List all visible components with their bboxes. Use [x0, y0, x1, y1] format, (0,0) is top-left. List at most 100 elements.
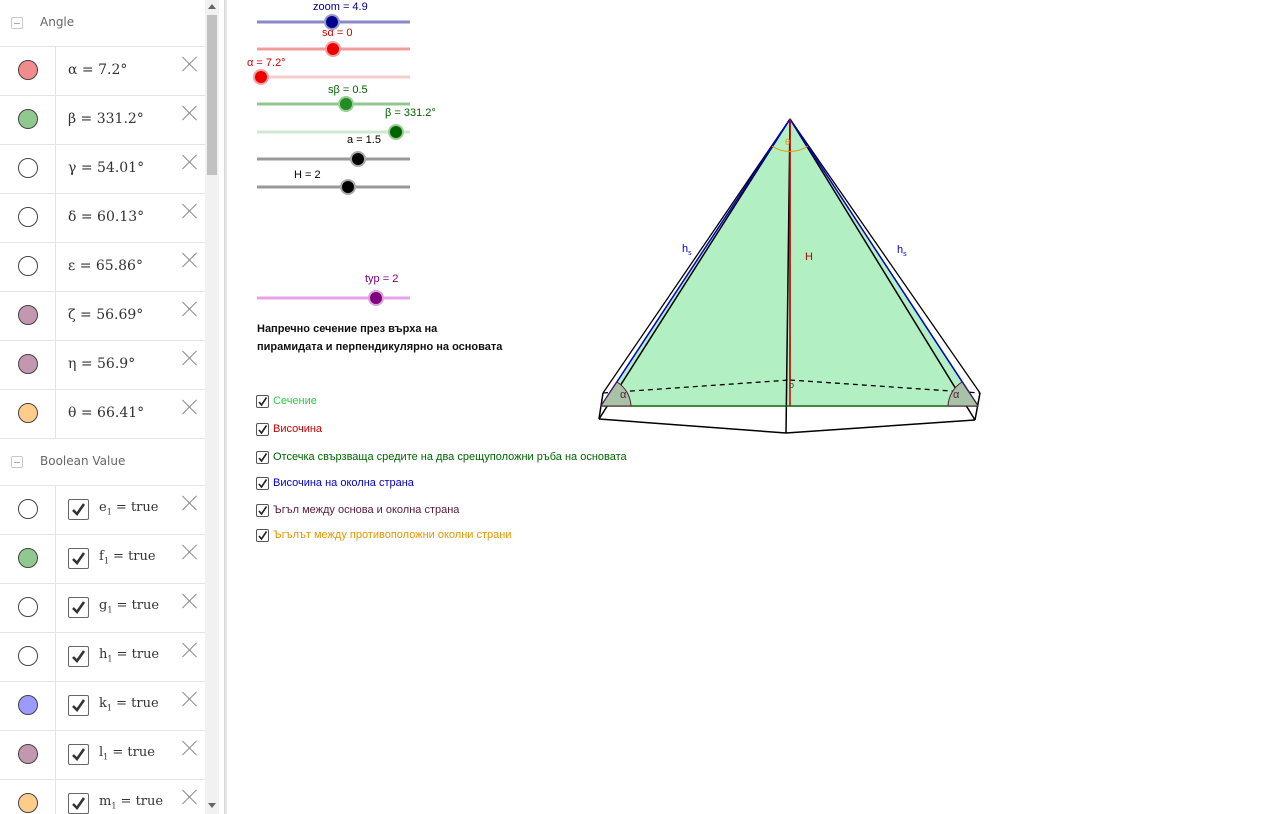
visibility-marble[interactable]: [18, 548, 38, 568]
angle-expression[interactable]: δ = 60.13°: [68, 209, 144, 225]
marble-cell[interactable]: [0, 535, 56, 583]
visibility-marble[interactable]: [18, 499, 38, 519]
visibility-marble[interactable]: [18, 744, 38, 764]
checkbox-label[interactable]: Ъгъл между основа и околна страна: [273, 504, 459, 516]
algebra-row-angle[interactable]: η = 56.9°: [0, 341, 205, 390]
checkbox-row[interactable]: Отсечка свързваща средите на два срещупо…: [256, 449, 627, 465]
group-header-angle[interactable]: Angle: [0, 0, 205, 47]
graphics-canvas[interactable]: [227, 0, 1280, 814]
boolean-expression[interactable]: h1 = true: [99, 647, 159, 664]
checkbox-row[interactable]: Ъгълът между противоположни околни стран…: [256, 527, 511, 543]
visibility-marble[interactable]: [18, 207, 38, 227]
algebra-row-boolean[interactable]: g1 = true: [0, 584, 205, 633]
algebra-row-angle[interactable]: ζ = 56.69°: [0, 292, 205, 341]
checkbox[interactable]: [256, 476, 269, 490]
checkbox[interactable]: [256, 503, 269, 517]
marble-cell[interactable]: [0, 682, 56, 730]
boolean-checkbox[interactable]: [68, 695, 89, 716]
algebra-row-boolean[interactable]: k1 = true: [0, 682, 205, 731]
marble-cell[interactable]: [0, 584, 56, 632]
close-icon[interactable]: [181, 494, 198, 511]
algebra-row-boolean[interactable]: e1 = true: [0, 486, 205, 535]
scroll-thumb[interactable]: [207, 15, 217, 175]
marble-cell[interactable]: [0, 731, 56, 779]
visibility-marble[interactable]: [18, 403, 38, 423]
close-icon[interactable]: [181, 104, 198, 121]
close-icon[interactable]: [181, 690, 198, 707]
visibility-marble[interactable]: [18, 305, 38, 325]
visibility-marble[interactable]: [18, 60, 38, 80]
slider-knob-alpha[interactable]: [253, 69, 269, 85]
checkbox-label[interactable]: Отсечка свързваща средите на два срещупо…: [273, 451, 627, 463]
algebra-row-angle[interactable]: γ = 54.01°: [0, 145, 205, 194]
boolean-checkbox[interactable]: [68, 744, 89, 765]
close-icon[interactable]: [181, 641, 198, 658]
algebra-row-angle[interactable]: α = 7.2°: [0, 47, 205, 96]
close-icon[interactable]: [181, 202, 198, 219]
boolean-expression[interactable]: f1 = true: [99, 549, 156, 566]
algebra-row-angle[interactable]: θ = 66.41°: [0, 390, 205, 439]
close-icon[interactable]: [181, 543, 198, 560]
boolean-expression[interactable]: g1 = true: [99, 598, 159, 615]
close-icon[interactable]: [181, 788, 198, 805]
close-icon[interactable]: [181, 153, 198, 170]
marble-cell[interactable]: [0, 633, 56, 681]
graphics-view[interactable]: zoom = 4.9 sα = 0 α = 7.2° sβ = 0.5 β = …: [227, 0, 1280, 814]
angle-expression[interactable]: α = 7.2°: [68, 62, 127, 78]
boolean-checkbox[interactable]: [68, 499, 89, 520]
boolean-checkbox[interactable]: [68, 548, 89, 569]
scroll-up-icon[interactable]: [208, 4, 216, 9]
collapse-icon[interactable]: [11, 456, 23, 468]
visibility-marble[interactable]: [18, 158, 38, 178]
close-icon[interactable]: [181, 739, 198, 756]
angle-expression[interactable]: ε = 65.86°: [68, 258, 143, 274]
boolean-checkbox[interactable]: [68, 646, 89, 667]
scroll-down-icon[interactable]: [208, 803, 216, 808]
close-icon[interactable]: [181, 251, 198, 268]
boolean-expression[interactable]: l1 = true: [99, 745, 155, 762]
checkbox-label[interactable]: Ъгълът между противоположни околни стран…: [273, 529, 511, 541]
boolean-expression[interactable]: e1 = true: [99, 500, 158, 517]
boolean-checkbox[interactable]: [68, 597, 89, 618]
slider-knob-H[interactable]: [340, 179, 356, 195]
algebra-row-boolean[interactable]: m1 = true: [0, 780, 205, 814]
checkbox[interactable]: [256, 450, 269, 464]
slider-knob-salpha[interactable]: [325, 41, 341, 57]
algebra-row-boolean[interactable]: h1 = true: [0, 633, 205, 682]
marble-cell[interactable]: [0, 194, 56, 242]
visibility-marble[interactable]: [18, 354, 38, 374]
checkbox-row[interactable]: Ъгъл между основа и околна страна: [256, 502, 459, 518]
marble-cell[interactable]: [0, 341, 56, 389]
close-icon[interactable]: [181, 592, 198, 609]
collapse-icon[interactable]: [11, 17, 23, 29]
marble-cell[interactable]: [0, 292, 56, 340]
marble-cell[interactable]: [0, 243, 56, 291]
slider-knob-typ[interactable]: [368, 290, 384, 306]
slider-knob-sbeta[interactable]: [338, 96, 354, 112]
algebra-row-boolean[interactable]: f1 = true: [0, 535, 205, 584]
visibility-marble[interactable]: [18, 256, 38, 276]
checkbox-label[interactable]: Височина на околна страна: [273, 477, 414, 489]
angle-expression[interactable]: β = 331.2°: [68, 111, 144, 127]
close-icon[interactable]: [181, 55, 198, 72]
algebra-row-angle[interactable]: β = 331.2°: [0, 96, 205, 145]
angle-expression[interactable]: η = 56.9°: [68, 356, 135, 372]
group-header-boolean[interactable]: Boolean Value: [0, 439, 205, 486]
marble-cell[interactable]: [0, 390, 56, 438]
marble-cell[interactable]: [0, 47, 56, 95]
checkbox[interactable]: [256, 422, 269, 436]
close-icon[interactable]: [181, 349, 198, 366]
visibility-marble[interactable]: [18, 695, 38, 715]
algebra-row-angle[interactable]: δ = 60.13°: [0, 194, 205, 243]
checkbox-label[interactable]: Сечение: [273, 395, 317, 407]
marble-cell[interactable]: [0, 486, 56, 534]
algebra-row-boolean[interactable]: l1 = true: [0, 731, 205, 780]
visibility-marble[interactable]: [18, 597, 38, 617]
checkbox-row[interactable]: Височина на околна страна: [256, 475, 414, 491]
slider-knob-beta[interactable]: [388, 124, 404, 140]
slider-knob-a[interactable]: [350, 151, 366, 167]
marble-cell[interactable]: [0, 145, 56, 193]
algebra-row-angle[interactable]: ε = 65.86°: [0, 243, 205, 292]
checkbox-label[interactable]: Височина: [273, 423, 322, 435]
marble-cell[interactable]: [0, 780, 56, 814]
